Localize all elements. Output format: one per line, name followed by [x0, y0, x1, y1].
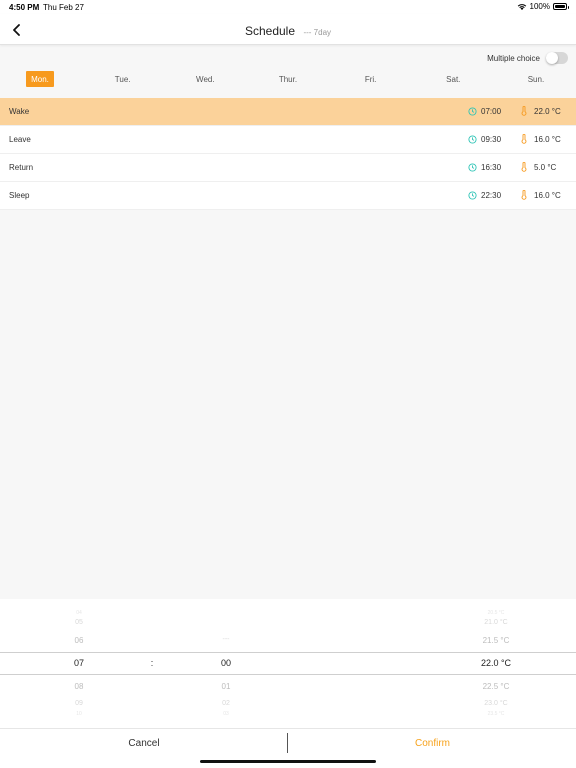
cancel-button[interactable]: Cancel	[0, 729, 288, 757]
schedule-row-sleep[interactable]: Sleep 22:30 16.0 °C	[0, 182, 576, 210]
status-time: 4:50 PM	[9, 3, 40, 12]
tab-sat[interactable]: Sat.	[439, 71, 467, 87]
time-separator: :	[150, 658, 154, 668]
thermometer-icon	[521, 106, 527, 116]
tab-thur[interactable]: Thur.	[274, 71, 302, 87]
clock-icon	[468, 163, 477, 172]
schedule-row-wake[interactable]: Wake 07:00 22.0 °C	[0, 98, 576, 126]
thermometer-icon	[521, 190, 527, 200]
schedule-list: Wake 07:00 22.0 °C Leave 09:30 16.0 °C R…	[0, 98, 576, 210]
home-indicator	[200, 760, 376, 763]
page-title: Schedule	[244, 24, 296, 38]
value-picker: 04 05 06 07 08 09 10 : --- 00 01 02 03 2…	[0, 599, 576, 728]
status-date: Thu Feb 27	[43, 3, 84, 12]
action-divider	[287, 733, 288, 753]
status-indicators: 100%	[517, 2, 569, 11]
period-name: Wake	[9, 107, 30, 116]
period-name: Leave	[9, 135, 31, 144]
toggle-knob	[546, 52, 558, 64]
multiple-choice-label: Multiple choice	[487, 53, 540, 63]
wifi-icon	[517, 3, 526, 10]
tab-tue[interactable]: Tue.	[109, 71, 137, 87]
tab-fri[interactable]: Fri.	[357, 71, 385, 87]
status-bar: 4:50 PM Thu Feb 27 100%	[0, 0, 576, 14]
multiple-choice-row: Multiple choice	[487, 50, 568, 66]
schedule-row-return[interactable]: Return 16:30 5.0 °C	[0, 154, 576, 182]
period-time: 16:30	[481, 163, 502, 172]
minute-option: 02	[222, 700, 230, 707]
hour-option: 10	[76, 711, 82, 717]
hour-option: 06	[74, 636, 84, 645]
tab-sun[interactable]: Sun.	[522, 71, 550, 87]
period-name: Return	[9, 163, 34, 172]
minute-option: 01	[221, 682, 231, 691]
thermometer-icon	[521, 134, 527, 144]
picker-selection-bottom-line	[0, 674, 576, 675]
clock-icon	[468, 135, 477, 144]
period-time: 09:30	[481, 135, 502, 144]
period-temp: 5.0 °C	[534, 163, 557, 172]
hour-selected: 07	[73, 658, 85, 668]
schedule-row-leave[interactable]: Leave 09:30 16.0 °C	[0, 126, 576, 154]
temperature-option: 23.0 °C	[484, 700, 508, 707]
page-subtitle: --- 7day	[303, 28, 332, 37]
period-time: 22:30	[481, 191, 502, 200]
nav-bar: Schedule --- 7day	[0, 14, 576, 45]
temperature-option: 22.5 °C	[482, 682, 510, 691]
battery-percent: 100%	[529, 2, 550, 11]
hour-option: 05	[75, 619, 83, 626]
multiple-choice-toggle[interactable]	[546, 52, 568, 64]
hour-option: 08	[74, 682, 84, 691]
minute-selected: 00	[220, 658, 232, 668]
period-temp: 22.0 °C	[534, 107, 561, 116]
minute-option: 03	[223, 711, 229, 717]
action-bar: Cancel Confirm	[0, 728, 576, 768]
clock-icon	[468, 107, 477, 116]
clock-icon	[468, 191, 477, 200]
picker-selection-top-line	[0, 652, 576, 653]
day-tabs: Mon. Tue. Wed. Thur. Fri. Sat. Sun.	[26, 71, 550, 87]
temperature-option: 21.5 °C	[482, 636, 510, 645]
title-group: Schedule --- 7day	[0, 22, 576, 40]
period-time: 07:00	[481, 107, 502, 116]
temperature-option: 20.5 °C	[487, 610, 505, 616]
confirm-button[interactable]: Confirm	[289, 729, 576, 757]
battery-icon	[553, 3, 569, 10]
hour-option: 04	[76, 610, 82, 616]
period-temp: 16.0 °C	[534, 191, 561, 200]
tab-wed[interactable]: Wed.	[191, 71, 219, 87]
period-temp: 16.0 °C	[534, 135, 561, 144]
temperature-selected: 22.0 °C	[480, 658, 512, 668]
tab-mon[interactable]: Mon.	[26, 71, 54, 87]
period-name: Sleep	[9, 191, 30, 200]
minute-option: ---	[222, 636, 230, 643]
thermometer-icon	[521, 162, 527, 172]
hour-option: 09	[75, 700, 83, 707]
temperature-option: 23.5 °C	[487, 711, 505, 717]
temperature-option: 21.0 °C	[484, 619, 508, 626]
